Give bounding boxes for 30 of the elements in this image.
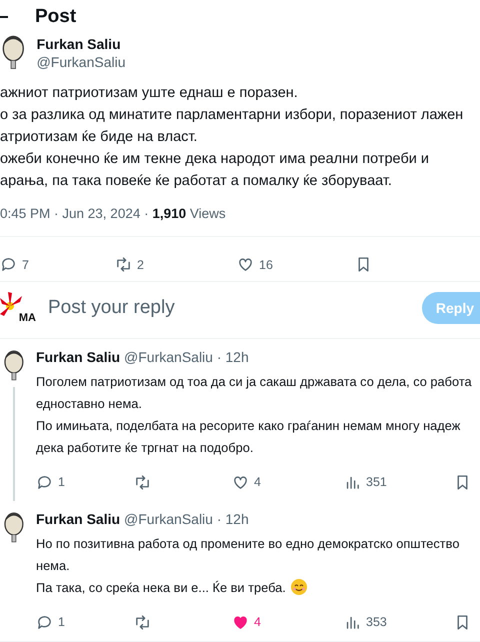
post-meta: 0:45 PM · Jun 23, 2024 · 1,910 Views (0, 204, 227, 223)
post-text-line: атриотизам ќе биде на власт. (0, 128, 198, 147)
like-count: 4 (254, 475, 261, 490)
logo-text: MA (18, 312, 36, 324)
reply-text-line: Но по позитивна работа од промените во едно демократско општество (36, 535, 460, 554)
reply-text-line: дека работите ќе тргнат на подобро. (36, 439, 254, 458)
reply-text-line: едноставно нема. (36, 395, 143, 414)
reply-count: 7 (22, 258, 29, 272)
reply-text-line: По имињата, поделбата на ресорите како граѓанин немам многу надеж (36, 417, 462, 436)
post-text-line: ажниот патриотизам уште еднаш е поразен. (0, 84, 299, 103)
reply-handle[interactable]: @FurkanSaliu · 12h (124, 511, 249, 528)
reply-handle[interactable]: @FurkanSaliu · 12h (124, 349, 249, 366)
like-count: 16 (259, 258, 273, 272)
reply-count: 1 (58, 615, 65, 630)
post-text-line: арања, па така повеќе ќе работат а помалку ќе зборуваат. (0, 172, 393, 191)
reply-count: 1 (58, 475, 65, 490)
post-text-line: о за разлика од минатите парламентарни избори, поразениот лажен (0, 106, 464, 125)
page-title: Post (35, 6, 76, 28)
views-count: 353 (366, 615, 387, 630)
reply-text-line: Па така, со среќа нека ви е... Ќе ви треба. (36, 577, 480, 600)
repost-count: 2 (137, 258, 144, 272)
views-count: 351 (366, 475, 387, 490)
reply-author-name[interactable]: Furkan Saliu (36, 511, 120, 528)
post-text-line: ожеби конечно ќе им текне дека народот има реални потреби и (0, 150, 430, 169)
author-name[interactable]: Furkan Saliu (36, 36, 126, 52)
author-handle[interactable]: @FurkanSaliu (36, 54, 126, 70)
reply-text-line: Поголем патриотизам од тоа да си ја сакаш државата со дела, со работа (36, 373, 473, 392)
reply-text-line: нема. (36, 557, 71, 576)
like-count: 4 (254, 615, 261, 630)
reply-author-name[interactable]: Furkan Saliu (36, 349, 120, 366)
